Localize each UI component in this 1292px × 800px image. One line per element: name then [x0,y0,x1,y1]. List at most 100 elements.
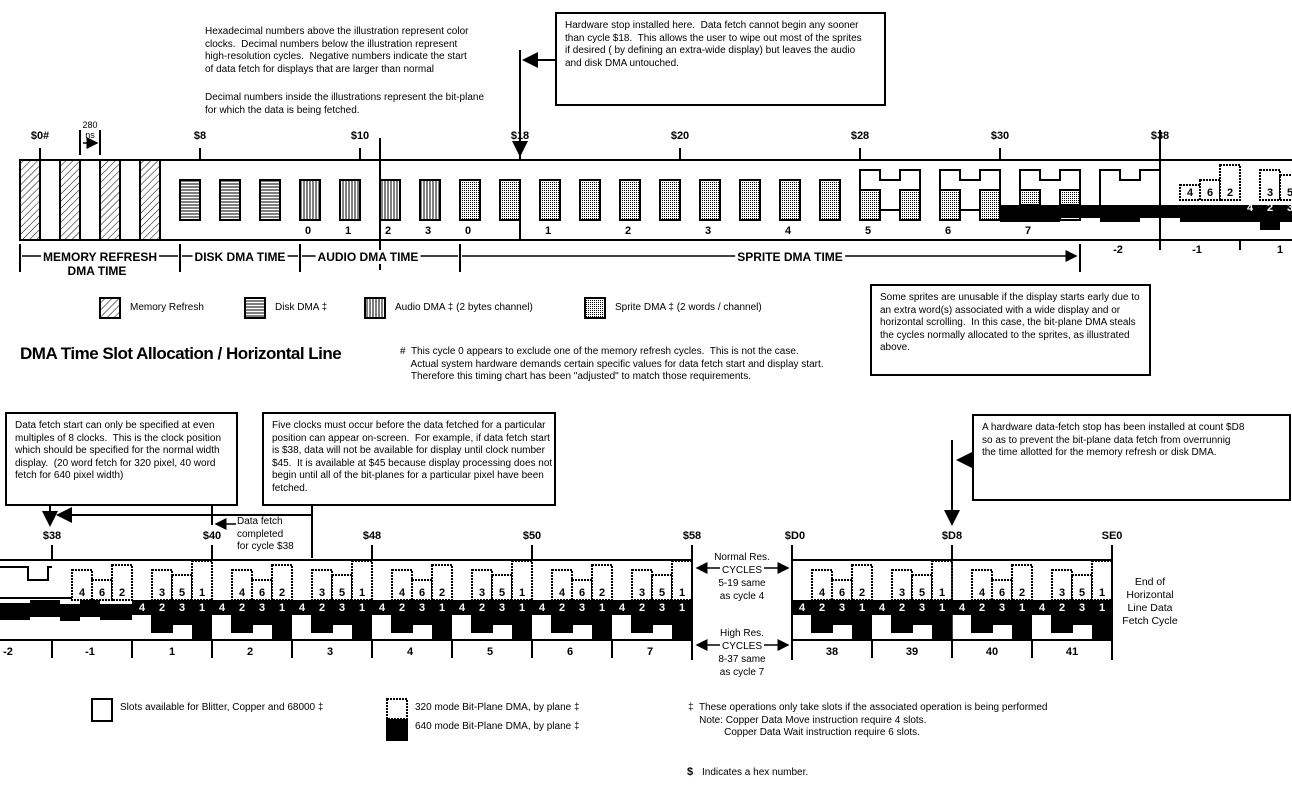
bitplane-640-slot [551,614,573,633]
sprite-dma-slot [779,179,801,221]
bitplane-640-slot [1051,614,1073,633]
legend-disk-dma: Disk DMA ‡ [275,302,328,313]
plane-number: 1 [519,587,525,599]
plane-number: 6 [579,587,585,599]
sprite-dma-slot [659,179,681,221]
plane-number: 1 [439,602,445,614]
cycle-label: -1 [85,646,95,658]
legend-swatch-disk [244,297,266,319]
plane-number: 2 [599,587,605,599]
legend-320-mode: 320 mode Bit-Plane DMA, by plane ‡ [415,702,580,713]
hex-label: $20 [670,130,690,142]
plane-number: 3 [419,602,425,614]
bitplane-640-slot [391,614,413,633]
plane-number: 5 [1079,587,1085,599]
hex-label: $48 [362,530,382,542]
cycle-label: 1 [168,646,176,658]
plane-number: 4 [379,602,386,614]
audio-dma-slot [339,179,361,221]
sprite-dma-slot [619,179,641,221]
plane-number: 4 [819,587,826,599]
fetch-start-callout: Data fetch start can only be specified a… [5,412,238,506]
cycle-label: 3 [424,225,432,237]
plane-number: 2 [319,602,325,614]
cycle-label: 40 [985,646,999,658]
plane-number: 4 [79,587,86,599]
hex-explanation-note: Hexadecimal numbers above the illustrati… [205,26,469,75]
cycle-label: 7 [1024,225,1032,237]
cycle-label: 41 [1065,646,1079,658]
bracket-sprite-dma: SPRITE DMA TIME [735,250,845,264]
ns-label: 280 ns [82,120,98,140]
bitplane-640-slot [971,614,993,633]
cycle-label: 5 [486,646,494,658]
plane-number: 1 [279,602,285,614]
plane-number: 1 [519,602,525,614]
cycle-label: -2 [1113,244,1123,256]
plane-number: 4 [459,602,466,614]
high-res-note: High Res. CYCLES 8-37 same as cycle 7 [718,628,766,678]
plane-number: 1 [939,602,945,614]
plane-number: 3 [919,602,925,614]
plane-number: 1 [679,602,685,614]
cycle-label: 5 [864,225,872,237]
disk-dma-slot [219,179,241,221]
dollar-icon: $ [686,766,694,778]
plane-number: 3 [179,602,185,614]
bitplane-640-slot [852,615,872,640]
legend-memory-refresh: Memory Refresh [130,302,204,313]
plane-number: 3 [659,602,665,614]
plane-number: 2 [439,587,445,599]
hex-label: $58 [682,530,702,542]
bitplane-640-slot [492,615,512,625]
plane-number: 4 [1039,602,1046,614]
bitplane-640-slot [352,615,372,640]
hex-label: $28 [850,130,870,142]
bitplane-640-slot [412,615,432,625]
normal-res-note: Normal Res. CYCLES 5-19 same as cycle 4 [714,552,770,602]
cycle0-footnote: # This cycle 0 appears to exclude one of… [400,346,824,382]
audio-dma-slot [379,179,401,221]
sprite-dma-slot [579,179,601,221]
bracket-audio-dma: AUDIO DMA TIME [315,250,421,264]
plane-number: 5 [179,587,185,599]
legend-swatch-memory-refresh [99,297,121,319]
plane-number: 3 [1059,587,1065,599]
plane-number: 4 [539,602,546,614]
plane-number: 3 [479,587,485,599]
plane-number: 3 [499,602,505,614]
plane-number: 5 [919,587,925,599]
plane-number: 1 [1099,602,1105,614]
sprite-dma-slot [1019,189,1041,206]
plane-number: 2 [279,587,285,599]
hex-label: $10 [350,130,370,142]
bitplane-640-slot [631,614,653,633]
plane-number: 3 [839,602,845,614]
bitplane-640-slot [932,615,952,640]
audio-dma-slot [299,179,321,221]
plane-number: 1 [359,587,365,599]
dma-diagram-graphics: 4 6 2 3 5 4 2 3 4 6 2 3 5 1 4 6 2 3 5 1 4 6 2 3 5 1 4 6 2 3 5 1 4 6 2 3 5 1 4 2… [0,50,1292,741]
bitplane-640-slot [311,614,333,633]
hex-label: $18 [510,130,530,142]
plane-number: 2 [119,587,125,599]
plane-number: 2 [559,602,565,614]
bitplane-640-slot [471,614,493,633]
plane-number: 3 [1079,602,1085,614]
plane-number: 3 [259,602,265,614]
hex-label: $50 [522,530,542,542]
plane-number: 4 [239,587,246,599]
plane-number: 1 [599,602,605,614]
free-slot-shape [1099,169,1161,211]
cycle-label: 38 [825,646,839,658]
bitplane-640-slot [811,614,833,633]
audio-dma-slot [419,179,441,221]
plane-number: 3 [319,587,325,599]
plane-number: 4 [979,587,986,599]
plane-number: 2 [399,602,405,614]
plane-number: 2 [1059,602,1065,614]
operations-footnote: ‡ These operations only take slots if th… [688,702,1048,738]
bracket-memory-refresh-line2: DMA TIME [67,264,127,278]
memory-refresh-slot [139,159,161,241]
hex-label: $40 [202,530,222,542]
